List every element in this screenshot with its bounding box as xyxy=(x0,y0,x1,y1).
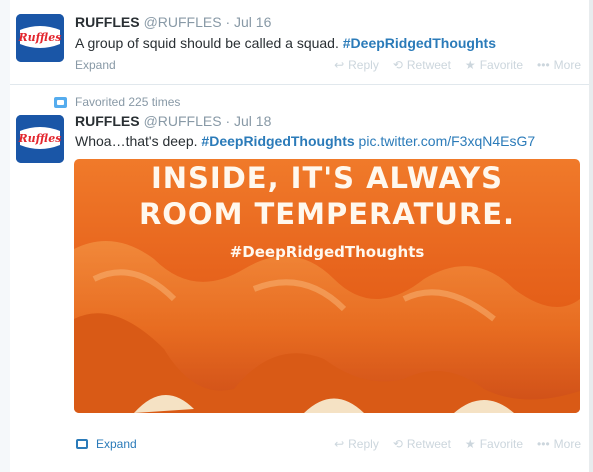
favorited-icon xyxy=(54,96,67,108)
hashtag-link[interactable]: #DeepRidgedThoughts xyxy=(201,133,354,149)
media-hashtag: #DeepRidgedThoughts xyxy=(229,243,425,261)
retweet-icon: ⟲ xyxy=(392,58,403,72)
avatar[interactable]: Ruffles xyxy=(16,115,64,163)
tweet-header: RUFFLES @RUFFLES · Jul 18 xyxy=(75,113,271,129)
tweet-actions: ↩ Reply ⟲ Retweet ★ Favorite ••• More xyxy=(334,437,581,451)
user-handle[interactable]: @RUFFLES xyxy=(144,14,222,30)
favorite-label: Favorite xyxy=(479,58,524,72)
display-name[interactable]: RUFFLES xyxy=(75,113,140,129)
ruffles-logo: Ruffles xyxy=(16,115,64,163)
tweet-item[interactable]: Ruffles RUFFLES @RUFFLES · Jul 16 A group… xyxy=(10,0,589,85)
reply-icon: ↩ xyxy=(334,437,345,451)
more-dots-icon: ••• xyxy=(537,437,550,451)
expand-link[interactable]: Expand xyxy=(75,58,116,72)
favorite-star-icon: ★ xyxy=(464,437,476,451)
expand-label: Expand xyxy=(96,437,137,451)
hashtag-link[interactable]: #DeepRidgedThoughts xyxy=(343,35,496,51)
tweet-header: RUFFLES @RUFFLES · Jul 16 xyxy=(75,14,271,30)
expand-media-icon xyxy=(76,439,88,449)
reply-button[interactable]: ↩ Reply xyxy=(334,437,379,451)
retweet-button[interactable]: ⟲ Retweet xyxy=(393,58,451,72)
ruffles-logo: Ruffles xyxy=(16,14,64,62)
tweet-text: A group of squid should be called a squa… xyxy=(75,35,496,51)
retweet-button[interactable]: ⟲ Retweet xyxy=(393,437,451,451)
timeline-left-gutter xyxy=(0,0,10,472)
favorite-star-icon: ★ xyxy=(464,58,476,72)
avatar[interactable]: Ruffles xyxy=(16,14,64,62)
favorited-context: Favorited 225 times xyxy=(54,95,180,109)
favorite-button[interactable]: ★ Favorite xyxy=(465,437,523,451)
separator: · xyxy=(225,113,231,129)
reply-icon: ↩ xyxy=(334,58,345,72)
media-headline-line2: ROOM TEMPERATURE. xyxy=(138,197,516,231)
timeline-scrollbar[interactable] xyxy=(589,0,593,472)
favorite-label: Favorite xyxy=(479,437,524,451)
tweet-body: A group of squid should be called a squa… xyxy=(75,35,339,51)
tweet-item[interactable]: Favorited 225 times Ruffles RUFFLES @RUFF… xyxy=(10,85,589,472)
more-label: More xyxy=(553,58,581,72)
tweet-actions: ↩ Reply ⟲ Retweet ★ Favorite ••• More xyxy=(334,58,581,72)
more-button[interactable]: ••• More xyxy=(537,58,581,72)
tweet-date[interactable]: Jul 18 xyxy=(234,113,271,129)
more-dots-icon: ••• xyxy=(537,58,550,72)
media-image[interactable]: INSIDE, IT'S ALWAYS ROOM TEMPERATURE. #D… xyxy=(74,159,580,413)
retweet-icon: ⟲ xyxy=(392,437,403,451)
reply-label: Reply xyxy=(348,58,379,72)
favorite-button[interactable]: ★ Favorite xyxy=(465,58,523,72)
logo-text: Ruffles xyxy=(18,31,62,44)
tweet-date[interactable]: Jul 16 xyxy=(234,14,271,30)
media-headline-line1: INSIDE, IT'S ALWAYS xyxy=(150,161,504,195)
display-name[interactable]: RUFFLES xyxy=(75,14,140,30)
retweet-label: Retweet xyxy=(406,58,451,72)
separator: · xyxy=(225,14,231,30)
media-link[interactable]: pic.twitter.com/F3xqN4EsG7 xyxy=(359,133,536,149)
retweet-label: Retweet xyxy=(406,437,451,451)
favorited-count-text[interactable]: Favorited 225 times xyxy=(75,95,180,109)
expand-link[interactable]: Expand xyxy=(76,437,137,451)
logo-text: Ruffles xyxy=(18,132,62,145)
more-button[interactable]: ••• More xyxy=(537,437,581,451)
tweet-text: Whoa…that's deep. #DeepRidgedThoughts pi… xyxy=(75,133,535,149)
user-handle[interactable]: @RUFFLES xyxy=(144,113,222,129)
reply-button[interactable]: ↩ Reply xyxy=(334,58,379,72)
tweet-body: Whoa…that's deep. xyxy=(75,133,198,149)
reply-label: Reply xyxy=(348,437,379,451)
more-label: More xyxy=(553,437,581,451)
